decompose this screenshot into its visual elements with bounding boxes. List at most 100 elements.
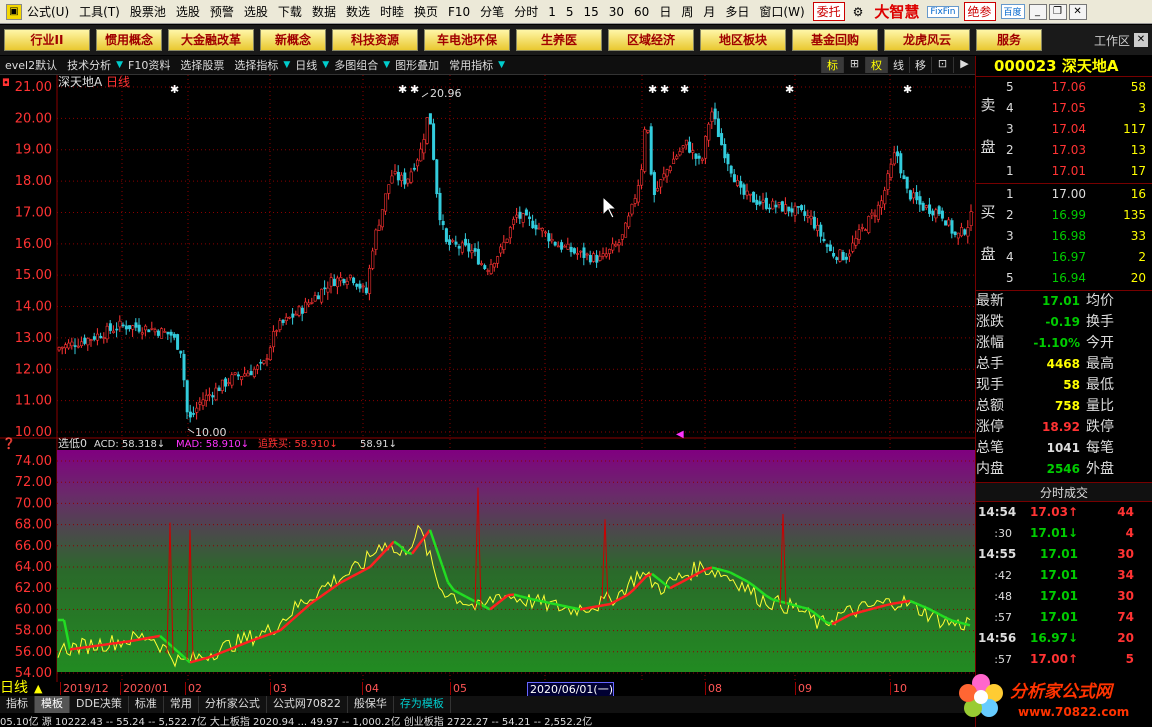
sector-button[interactable]: 车电池环保	[424, 29, 510, 51]
chart-tool-button[interactable]: ▶	[953, 57, 975, 73]
book-row[interactable]: 5 16.94 20	[976, 268, 1152, 289]
bottom-tab[interactable]: 公式网70822	[267, 696, 348, 713]
candlestick-chart[interactable]: 21.00 20.00 19.00 18.00 17.00 16.00 15.00 14.00…	[0, 75, 975, 682]
book-row[interactable]: 2 16.99 135	[976, 205, 1152, 226]
settings-icon[interactable]: ⚙	[848, 5, 869, 19]
menu-item[interactable]: 月	[698, 3, 720, 20]
subbar-item[interactable]: 常用指标	[444, 57, 498, 73]
menu-item[interactable]: 选股	[171, 3, 205, 20]
price-panel[interactable]	[0, 75, 975, 438]
menu-item[interactable]: 1	[543, 5, 561, 19]
dropdown-icon[interactable]: ▼	[283, 60, 290, 70]
menu-item[interactable]: 换页	[409, 3, 443, 20]
subbar-item[interactable]: F10资料	[123, 57, 175, 73]
subbar-item[interactable]: 技术分析	[62, 57, 116, 73]
candle-body	[736, 180, 740, 186]
restore-icon[interactable]: ❐	[1048, 3, 1067, 20]
book-row[interactable]: 4 17.05 3	[976, 98, 1152, 119]
indicator-help-icon[interactable]: ❓	[2, 437, 16, 450]
chart-tool-button[interactable]: 标	[821, 57, 843, 73]
menu-item[interactable]: 分时	[509, 3, 543, 20]
bottom-tab[interactable]: 指标	[0, 696, 35, 713]
subbar-item[interactable]: 选择指标	[229, 57, 283, 73]
period-label[interactable]: 日线	[0, 681, 28, 695]
menu-item[interactable]: 下载	[273, 3, 307, 20]
book-row[interactable]: 3 16.98 33	[976, 226, 1152, 247]
candle-body	[886, 173, 890, 190]
book-row[interactable]: 2 17.03 13	[976, 140, 1152, 161]
menu-item[interactable]: 公式(U)	[22, 3, 74, 20]
subbar-item[interactable]: 选择股票	[175, 57, 229, 73]
indicator-panel[interactable]	[57, 450, 975, 672]
candle-body	[704, 136, 708, 159]
book-row[interactable]: 1 17.01 17	[976, 161, 1152, 182]
book-row[interactable]: 5 17.06 58	[976, 77, 1152, 98]
baidu-button[interactable]: 百度	[1000, 4, 1025, 19]
menu-item[interactable]: 周	[676, 3, 698, 20]
menu-item[interactable]: 60	[629, 5, 654, 19]
close-workarea-icon[interactable]: ✕	[1134, 33, 1148, 47]
bottom-tab[interactable]: 模板	[35, 696, 70, 713]
candle-body	[169, 331, 173, 336]
menu-item[interactable]: 数选	[341, 3, 375, 20]
sector-button[interactable]: 龙虎风云	[884, 29, 970, 51]
book-row[interactable]: 1 17.00 16	[976, 184, 1152, 205]
candle-body	[428, 113, 432, 125]
dropdown-icon[interactable]: ▼	[383, 60, 390, 70]
menu-item[interactable]: 窗口(W)	[754, 3, 809, 20]
chart-tool-button[interactable]: 线	[887, 57, 909, 73]
menu-item[interactable]: 日	[654, 3, 676, 20]
indicator-name[interactable]: 选低0	[58, 437, 87, 450]
book-row[interactable]: 4 16.97 2	[976, 247, 1152, 268]
chart-tool-button[interactable]: ⊞	[843, 57, 865, 73]
menu-item[interactable]: 15	[578, 5, 603, 19]
subbar-item[interactable]: evel2默认	[0, 57, 62, 73]
menu-item[interactable]: 预警	[205, 3, 239, 20]
bottom-tab[interactable]: 常用	[164, 696, 199, 713]
subbar-item[interactable]: 日线	[290, 57, 322, 73]
menu-item[interactable]: 多日	[720, 3, 754, 20]
sector-button[interactable]: 基金回购	[792, 29, 878, 51]
scroll-up-icon[interactable]: ▲	[34, 682, 42, 695]
sector-button[interactable]: 区域经济	[608, 29, 694, 51]
sector-button[interactable]: 地区板块	[700, 29, 786, 51]
menu-item[interactable]: 5	[561, 5, 579, 19]
fixfin-button[interactable]: FixFin	[927, 5, 959, 18]
bottom-tab[interactable]: 存为模板	[394, 696, 451, 713]
menu-item[interactable]: 时睦	[375, 3, 409, 20]
entrust-button[interactable]: 委托	[812, 2, 845, 21]
sector-button[interactable]: 行业II	[4, 29, 90, 51]
close-icon[interactable]: ✕	[1068, 3, 1087, 20]
menu-item[interactable]: F10	[443, 5, 475, 19]
sector-button[interactable]: 大金融改革	[168, 29, 254, 51]
subbar-item[interactable]: 图形叠加	[390, 57, 444, 73]
menu-item[interactable]: 30	[604, 5, 629, 19]
subbar-item[interactable]: 多图组合	[329, 57, 383, 73]
bottom-tab[interactable]: DDE决策	[70, 696, 129, 713]
menu-item[interactable]: 工具(T)	[74, 3, 125, 20]
bottom-tab[interactable]: 般保华	[348, 696, 394, 713]
dropdown-icon[interactable]: ▼	[116, 60, 123, 70]
chart-tool-button[interactable]: 移	[909, 57, 931, 73]
sector-button[interactable]: 惯用概念	[96, 29, 162, 51]
dropdown-icon[interactable]: ▼	[322, 60, 329, 70]
book-row[interactable]: 3 17.04 117	[976, 119, 1152, 140]
menu-item[interactable]: 股票池	[125, 3, 171, 20]
chart-area[interactable]: 21.00 20.00 19.00 18.00 17.00 16.00 15.00 14.00…	[0, 75, 975, 682]
jue-button[interactable]: 绝参	[963, 2, 996, 21]
sector-button[interactable]: 科技资源	[332, 29, 418, 51]
menu-item[interactable]: 分笔	[475, 3, 509, 20]
workarea-label[interactable]: 工作区	[1094, 32, 1130, 49]
minimize-icon[interactable]: _	[1028, 3, 1047, 20]
menu-item[interactable]: 选股	[239, 3, 273, 20]
bottom-tab[interactable]: 分析家公式	[199, 696, 267, 713]
chart-tool-button[interactable]: 权	[865, 57, 887, 73]
dropdown-icon[interactable]: ▼	[498, 60, 505, 70]
menu-item[interactable]: 数据	[307, 3, 341, 20]
sector-button[interactable]: 新概念	[260, 29, 326, 51]
chart-tool-button[interactable]: ⊡	[931, 57, 953, 73]
sector-button[interactable]: 生养医	[516, 29, 602, 51]
sector-button[interactable]: 服务	[976, 29, 1042, 51]
bottom-tab[interactable]: 标准	[129, 696, 164, 713]
ticks-header[interactable]: 分时成交	[976, 482, 1152, 502]
